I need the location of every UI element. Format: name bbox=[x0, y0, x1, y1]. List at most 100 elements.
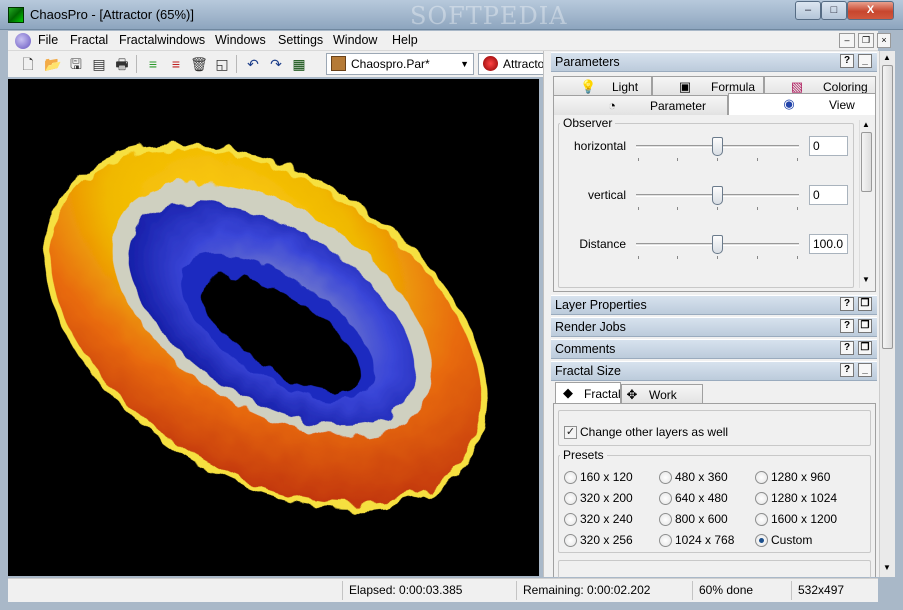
restore-panel-icon[interactable]: ❐ bbox=[858, 341, 872, 355]
panel-scrollbar-thumb[interactable] bbox=[882, 65, 893, 349]
parameters-title: Parameters bbox=[555, 55, 620, 69]
preset-radio[interactable] bbox=[564, 534, 577, 547]
save-all-icon[interactable]: ▤ bbox=[89, 54, 109, 74]
window-icon[interactable]: ◱ bbox=[212, 54, 232, 74]
tab-work-area[interactable]: ✥ Work Area bbox=[621, 384, 703, 422]
tick bbox=[797, 207, 798, 210]
parameters-header[interactable]: Parameters bbox=[551, 52, 877, 72]
menu-fractal[interactable]: Fractal bbox=[70, 33, 108, 47]
chevron-down-icon[interactable]: ▼ bbox=[460, 54, 469, 74]
menu-window[interactable]: Window bbox=[333, 33, 377, 47]
preset-label: 320 x 256 bbox=[580, 533, 633, 547]
open-folder-icon[interactable]: 📂 bbox=[43, 54, 63, 74]
scroll-up-icon[interactable]: ▲ bbox=[862, 120, 870, 129]
scroll-down-icon[interactable]: ▼ bbox=[883, 563, 891, 572]
mdi-restore-icon[interactable]: ❐ bbox=[858, 33, 874, 48]
restore-panel-icon[interactable]: ❐ bbox=[858, 297, 872, 311]
scroll-down-icon[interactable]: ▼ bbox=[862, 275, 870, 284]
new-file-icon[interactable]: 🗋 bbox=[18, 54, 38, 74]
tab-light[interactable]: 💡 Light bbox=[553, 76, 652, 97]
preset-radio[interactable] bbox=[659, 513, 672, 526]
fractal-canvas[interactable] bbox=[8, 79, 539, 576]
save-icon[interactable]: 🖫 bbox=[66, 54, 86, 74]
preset-radio[interactable] bbox=[659, 534, 672, 547]
parameter-file-combo[interactable]: Chaospro.Par* ▼ bbox=[326, 53, 474, 75]
help-icon[interactable]: ? bbox=[840, 319, 854, 333]
fractal-window-value: Attracto bbox=[503, 57, 545, 71]
preset-label: Custom bbox=[771, 533, 813, 547]
redo-icon[interactable]: ↷ bbox=[266, 54, 286, 74]
menu-file[interactable]: File bbox=[38, 33, 58, 47]
horizontal-slider-thumb[interactable] bbox=[712, 137, 723, 156]
preset-label: 800 x 600 bbox=[675, 512, 728, 526]
green-layers-icon[interactable]: ≡ bbox=[143, 54, 163, 74]
horizontal-label: horizontal bbox=[573, 139, 626, 153]
view-scrollbar-thumb[interactable] bbox=[861, 132, 872, 192]
elapsed-time: Elapsed: 0:00:03.385 bbox=[342, 581, 516, 600]
maximize-button[interactable]: □ bbox=[821, 1, 847, 20]
tab-parameter[interactable]: ◔ Parameter bbox=[553, 95, 728, 116]
close-button[interactable]: X bbox=[847, 1, 894, 20]
attractor-icon bbox=[483, 56, 498, 71]
fractal-size-title: Fractal Size bbox=[555, 364, 621, 378]
preset-label: 1024 x 768 bbox=[675, 533, 735, 547]
mdi-close-icon[interactable]: × bbox=[877, 33, 891, 48]
document-icon[interactable] bbox=[15, 33, 31, 49]
menu-fractalwindows[interactable]: Fractalwindows bbox=[119, 33, 205, 47]
vertical-slider-thumb[interactable] bbox=[712, 186, 723, 205]
menu-windows[interactable]: Windows bbox=[215, 33, 266, 47]
preset-label: 1280 x 1024 bbox=[771, 491, 838, 505]
comments-header[interactable]: Comments bbox=[551, 339, 877, 359]
restore-panel-icon[interactable]: ❐ bbox=[858, 319, 872, 333]
preset-radio[interactable] bbox=[659, 471, 672, 484]
distance-value-field[interactable]: 100.0 bbox=[809, 234, 848, 254]
mdi-minimize-icon[interactable]: – bbox=[839, 33, 855, 48]
preset-radio[interactable] bbox=[755, 471, 768, 484]
red-layers-icon[interactable]: ≡ bbox=[166, 54, 186, 74]
help-icon[interactable]: ? bbox=[840, 54, 854, 68]
trash-icon[interactable]: 🗑 bbox=[189, 54, 209, 74]
menu-help[interactable]: Help bbox=[392, 33, 418, 47]
preset-radio[interactable] bbox=[564, 513, 577, 526]
print-icon[interactable]: 🖶 bbox=[112, 54, 132, 74]
render-jobs-header[interactable]: Render Jobs bbox=[551, 317, 877, 337]
tick bbox=[638, 207, 639, 210]
horizontal-value-field[interactable]: 0 bbox=[809, 136, 848, 156]
render-icon[interactable]: ▦ bbox=[289, 54, 309, 74]
change-layers-label: Change other layers as well bbox=[580, 425, 729, 439]
fractal-window-combo[interactable]: Attracto bbox=[478, 53, 548, 75]
change-layers-checkbox[interactable]: ✓ bbox=[564, 426, 577, 439]
layer-properties-header[interactable]: Layer Properties bbox=[551, 295, 877, 315]
help-icon[interactable]: ? bbox=[840, 341, 854, 355]
distance-slider-thumb[interactable] bbox=[712, 235, 723, 254]
preset-radio[interactable] bbox=[659, 492, 672, 505]
menu-settings[interactable]: Settings bbox=[278, 33, 323, 47]
preset-radio[interactable] bbox=[755, 492, 768, 505]
vertical-value-field[interactable]: 0 bbox=[809, 185, 848, 205]
preset-radio[interactable] bbox=[564, 471, 577, 484]
tick bbox=[757, 207, 758, 210]
preset-radio[interactable] bbox=[564, 492, 577, 505]
tick bbox=[677, 256, 678, 259]
preset-label: 320 x 200 bbox=[580, 491, 633, 505]
tick bbox=[638, 158, 639, 161]
presets-label: Presets bbox=[560, 448, 607, 462]
minimize-button[interactable]: – bbox=[795, 1, 821, 20]
tab-view[interactable]: ◉ View bbox=[728, 93, 876, 116]
minimize-panel-icon[interactable]: _ bbox=[858, 54, 872, 68]
scroll-up-icon[interactable]: ▲ bbox=[883, 53, 891, 62]
preset-radio[interactable] bbox=[755, 513, 768, 526]
fractal-size-header[interactable]: Fractal Size bbox=[551, 361, 877, 381]
tick bbox=[677, 158, 678, 161]
help-icon[interactable]: ? bbox=[840, 363, 854, 377]
help-icon[interactable]: ? bbox=[840, 297, 854, 311]
eye-icon: ◉ bbox=[783, 96, 795, 111]
view-scrollbar[interactable]: ▲ ▼ bbox=[859, 120, 874, 288]
distance-label: Distance bbox=[579, 237, 626, 251]
preset-label: 160 x 120 bbox=[580, 470, 633, 484]
preset-radio-custom[interactable] bbox=[755, 534, 768, 547]
minimize-panel-icon[interactable]: _ bbox=[858, 363, 872, 377]
tab-fractal[interactable]: ◆ Fractal bbox=[555, 382, 621, 404]
undo-icon[interactable]: ↶ bbox=[243, 54, 263, 74]
panel-scrollbar[interactable]: ▲ ▼ bbox=[879, 51, 895, 577]
